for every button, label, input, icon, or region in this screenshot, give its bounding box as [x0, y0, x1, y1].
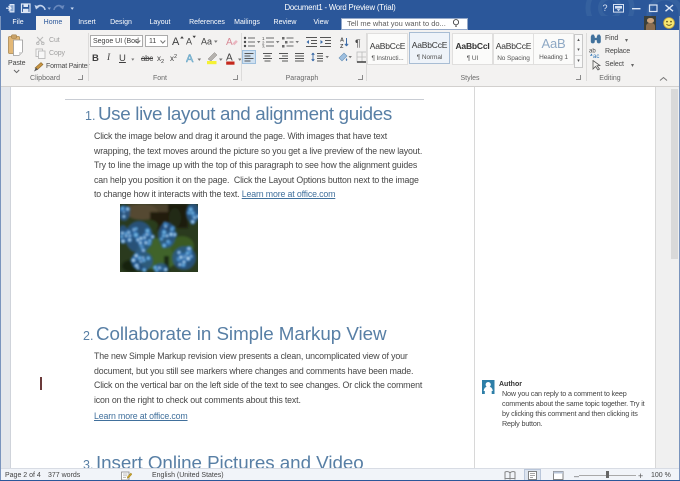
- svg-text:¶: ¶: [355, 38, 361, 49]
- svg-text:A: A: [226, 37, 233, 47]
- svg-text:A: A: [172, 36, 180, 48]
- svg-text:A: A: [186, 53, 194, 65]
- svg-text:Z: Z: [340, 44, 344, 48]
- svg-text:Aa: Aa: [201, 37, 212, 47]
- svg-text:3: 3: [262, 45, 265, 49]
- svg-text:A: A: [340, 38, 344, 44]
- svg-text:A: A: [186, 37, 192, 47]
- svg-text:ac: ac: [593, 54, 599, 58]
